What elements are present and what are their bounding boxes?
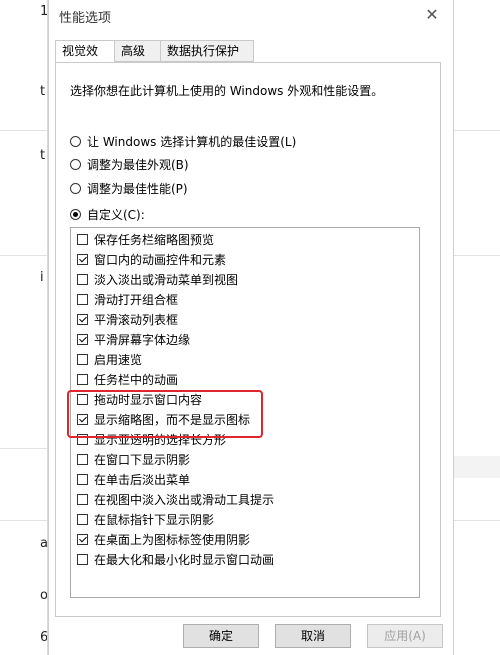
bg-divider <box>452 520 500 521</box>
bg-char: i <box>40 270 44 285</box>
radio-button[interactable] <box>70 135 81 147</box>
checkbox-label: 在桌面上为图标标签使用阴影 <box>94 532 251 547</box>
list-item[interactable]: 显示缩略图，而不是显示图标 <box>77 410 250 428</box>
radio-label: 调整为最佳外观(B) <box>87 157 189 172</box>
checkbox-label: 在单击后淡出菜单 <box>94 472 191 487</box>
list-item[interactable]: 滑动打开组合框 <box>77 290 178 308</box>
radio-best-performance[interactable]: 调整为最佳性能(P) <box>70 179 188 197</box>
list-item[interactable]: 拖动时显示窗口内容 <box>77 390 202 408</box>
list-item[interactable]: 在视图中淡入淡出或滑动工具提示 <box>77 490 274 508</box>
checkbox-label: 淡入淡出或滑动菜单到视图 <box>94 272 239 287</box>
checkbox-label: 平滑屏幕字体边缘 <box>94 332 191 347</box>
bg-divider <box>452 130 500 131</box>
checkbox[interactable] <box>77 533 88 545</box>
checkbox[interactable] <box>77 273 88 285</box>
checkbox[interactable] <box>77 253 88 265</box>
checkbox-label: 保存任务栏缩略图预览 <box>94 232 215 247</box>
checkbox-label: 在鼠标指针下显示阴影 <box>94 512 215 527</box>
checkbox-label: 在窗口下显示阴影 <box>94 452 191 467</box>
checkbox-label: 任务栏中的动画 <box>94 372 179 387</box>
radio-let-windows-choose[interactable]: 让 Windows 选择计算机的最佳设置(L) <box>70 132 296 150</box>
list-item[interactable]: 淡入淡出或滑动菜单到视图 <box>77 270 238 288</box>
checkbox[interactable] <box>77 333 88 345</box>
radio-button[interactable] <box>70 158 81 170</box>
cancel-button[interactable]: 取消 <box>275 624 351 648</box>
checkbox[interactable] <box>77 313 88 325</box>
radio-button[interactable] <box>70 182 81 194</box>
checkbox[interactable] <box>77 433 88 445</box>
visual-effects-list[interactable]: 保存任务栏缩略图预览 窗口内的动画控件和元素 淡入淡出或滑动菜单到视图 滑动打开… <box>70 227 420 598</box>
checkbox[interactable] <box>77 233 88 245</box>
radio-button[interactable] <box>70 208 81 220</box>
bg-char: t <box>40 148 46 163</box>
list-item[interactable]: 在最大化和最小化时显示窗口动画 <box>77 550 274 568</box>
checkbox-label: 在最大化和最小化时显示窗口动画 <box>94 552 275 567</box>
checkbox[interactable] <box>77 513 88 525</box>
checkbox[interactable] <box>77 373 88 385</box>
checkbox-label: 显示缩略图，而不是显示图标 <box>94 412 251 427</box>
visual-effects-panel: 选择你想在此计算机上使用的 Windows 外观和性能设置。 让 Windows… <box>55 62 441 617</box>
checkbox[interactable] <box>77 553 88 565</box>
checkbox[interactable] <box>77 413 88 425</box>
checkbox-label: 拖动时显示窗口内容 <box>94 392 203 407</box>
list-item[interactable]: 平滑屏幕字体边缘 <box>77 330 190 348</box>
radio-label: 调整为最佳性能(P) <box>87 181 188 196</box>
background-window-left: 1 t t i a o 6 <box>0 0 48 655</box>
title-bar[interactable]: 性能选项 ✕ <box>49 0 453 30</box>
checkbox-label: 窗口内的动画控件和元素 <box>94 252 227 267</box>
tab-advanced[interactable]: 高级 <box>114 40 161 62</box>
bg-divider <box>0 130 48 131</box>
radio-label: 让 Windows 选择计算机的最佳设置(L) <box>87 134 297 149</box>
list-item[interactable]: 保存任务栏缩略图预览 <box>77 230 214 248</box>
checkbox-label: 启用速览 <box>94 352 143 367</box>
radio-best-appearance[interactable]: 调整为最佳外观(B) <box>70 155 189 173</box>
bg-divider <box>0 255 48 256</box>
checkbox-label: 显示亚透明的选择长方形 <box>94 432 227 447</box>
performance-options-dialog: 性能选项 ✕ 数据执行保护 高级 视觉效果 选择你想在此计算机上使用的 Wind… <box>48 0 454 655</box>
list-item[interactable]: 在单击后淡出菜单 <box>77 470 190 488</box>
checkbox[interactable] <box>77 493 88 505</box>
checkbox-label: 在视图中淡入淡出或滑动工具提示 <box>94 492 275 507</box>
tab-visual-effects[interactable]: 视觉效果 <box>55 40 115 78</box>
close-icon[interactable]: ✕ <box>423 5 441 24</box>
bg-bar <box>452 456 500 478</box>
list-item[interactable]: 在桌面上为图标标签使用阴影 <box>77 530 250 548</box>
checkbox[interactable] <box>77 353 88 365</box>
list-item[interactable]: 在窗口下显示阴影 <box>77 450 190 468</box>
checkbox-label: 滑动打开组合框 <box>94 292 179 307</box>
list-item[interactable]: 显示亚透明的选择长方形 <box>77 430 226 448</box>
list-item[interactable]: 平滑滚动列表框 <box>77 310 178 328</box>
radio-label: 自定义(C): <box>87 207 145 222</box>
checkbox[interactable] <box>77 473 88 485</box>
window-title: 性能选项 <box>59 11 112 26</box>
background-window-right <box>452 0 500 655</box>
checkbox[interactable] <box>77 393 88 405</box>
ok-button[interactable]: 确定 <box>183 624 259 648</box>
bg-divider <box>452 255 500 256</box>
tab-data-execution-prevention[interactable]: 数据执行保护 <box>160 40 254 62</box>
list-item[interactable]: 任务栏中的动画 <box>77 370 178 388</box>
bg-divider <box>0 448 48 449</box>
list-item[interactable]: 启用速览 <box>77 350 142 368</box>
description-text: 选择你想在此计算机上使用的 Windows 外观和性能设置。 <box>70 84 384 98</box>
list-item[interactable]: 窗口内的动画控件和元素 <box>77 250 226 268</box>
apply-button[interactable]: 应用(A) <box>367 624 443 648</box>
checkbox-label: 平滑滚动列表框 <box>94 312 179 327</box>
checkbox[interactable] <box>77 293 88 305</box>
bg-char: t <box>40 84 46 99</box>
radio-custom[interactable]: 自定义(C): <box>70 205 145 223</box>
bg-divider <box>0 520 48 521</box>
checkbox[interactable] <box>77 453 88 465</box>
list-item[interactable]: 在鼠标指针下显示阴影 <box>77 510 214 528</box>
